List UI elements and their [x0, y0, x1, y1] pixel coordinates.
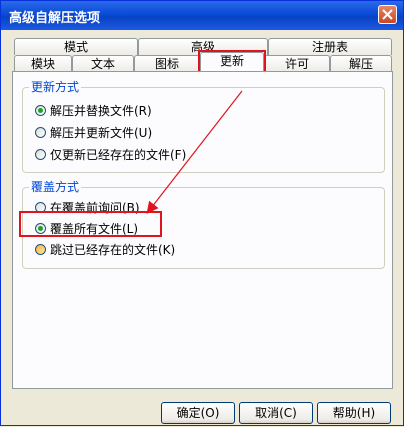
cancel-button[interactable]: 取消(C)	[239, 402, 313, 424]
help-button[interactable]: 帮助(H)	[317, 402, 391, 424]
annotation-arrow	[146, 90, 243, 214]
ok-button[interactable]: 确定(O)	[161, 402, 235, 424]
dialog-window: 高级自解压选项 模式 高级 注册表 模块 文本 图标 更新 许可 解压 更新方式…	[0, 0, 404, 426]
